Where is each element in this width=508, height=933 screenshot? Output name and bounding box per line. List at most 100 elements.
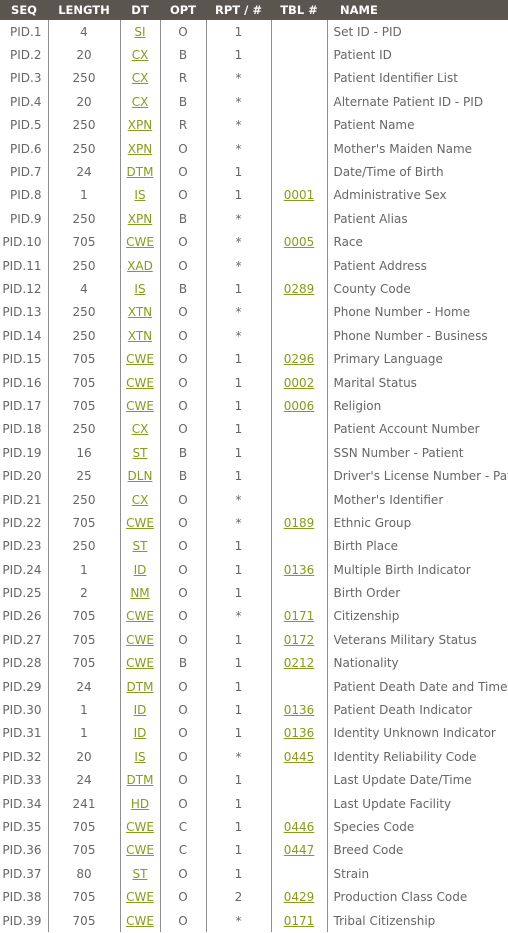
table-number-cell-link[interactable]: 0006 (284, 399, 315, 413)
datatype-cell-link[interactable]: CWE (126, 235, 154, 249)
datatype-cell-link[interactable]: IS (134, 282, 145, 296)
datatype-cell-link[interactable]: CX (132, 422, 149, 436)
datatype-cell-link[interactable]: ID (134, 563, 147, 577)
datatype-cell: IS (119, 745, 160, 769)
repeat-cell: * (205, 113, 271, 137)
datatype-cell-link[interactable]: XPN (128, 212, 152, 226)
length-cell: 250 (47, 417, 120, 442)
datatype-cell-link[interactable]: ST (133, 539, 148, 553)
table-number-cell-link[interactable]: 0445 (284, 750, 315, 764)
datatype-cell-link[interactable]: XTN (128, 329, 152, 343)
field-name-cell: Ethnic Group (326, 511, 508, 535)
field-name-cell: Primary Language (326, 347, 508, 371)
datatype-cell-link[interactable]: XTN (128, 305, 152, 319)
repeat-cell: 1 (205, 347, 271, 371)
table-number-cell-link[interactable]: 0289 (284, 282, 315, 296)
table-number-cell-link[interactable]: 0296 (284, 352, 315, 366)
field-name-cell: Birth Order (326, 581, 508, 605)
datatype-cell-link[interactable]: SI (134, 25, 145, 39)
seq-cell: PID.27 (2, 632, 42, 647)
table-number-cell (270, 674, 327, 699)
datatype-cell-link[interactable]: CX (132, 493, 149, 507)
field-name-cell: Patient Death Indicator (326, 698, 508, 722)
table-number-cell: 0447 (270, 838, 327, 863)
datatype-cell-link[interactable]: CWE (126, 820, 154, 834)
datatype-cell-link[interactable]: XPN (128, 118, 152, 132)
repeat-cell: 1 (205, 581, 271, 605)
datatype-cell-link[interactable]: CX (132, 95, 149, 109)
repeat-cell: * (205, 300, 271, 325)
datatype-cell-link[interactable]: CWE (126, 352, 154, 366)
datatype-cell-link[interactable]: ST (133, 867, 148, 881)
table-row: PID.39 705 CWE O * 0171 Tribal Citizenship (0, 908, 508, 933)
field-name-cell: Phone Number - Business (326, 324, 508, 348)
table-number-cell-link[interactable]: 0171 (284, 914, 315, 928)
table-number-cell-link[interactable]: 0001 (284, 188, 315, 202)
optionality-cell: O (159, 183, 206, 208)
datatype-cell-link[interactable]: CWE (126, 843, 154, 857)
seq-cell: PID.2 (10, 48, 42, 63)
datatype-cell-link[interactable]: NM (130, 586, 149, 600)
datatype-cell-link[interactable]: IS (134, 750, 145, 764)
table-number-cell-link[interactable]: 0212 (284, 656, 315, 670)
datatype-cell-link[interactable]: ID (134, 726, 147, 740)
length-cell: 250 (47, 253, 120, 278)
datatype-cell-link[interactable]: CWE (126, 890, 154, 904)
datatype-cell: XPN (119, 136, 160, 161)
datatype-cell-link[interactable]: DTM (127, 773, 154, 787)
table-number-cell-link[interactable]: 0136 (284, 726, 315, 740)
table-number-cell-link[interactable]: 0005 (284, 235, 315, 249)
table-number-cell-link[interactable]: 0446 (284, 820, 315, 834)
datatype-cell-link[interactable]: CWE (126, 516, 154, 530)
table-number-cell: 0289 (270, 277, 327, 301)
datatype-cell-link[interactable]: DTM (127, 680, 154, 694)
length-cell: 25 (47, 464, 120, 488)
datatype-cell-link[interactable]: IS (134, 188, 145, 202)
datatype-cell-link[interactable]: CWE (126, 656, 154, 670)
table-row: PID.19 16 ST B 1 SSN Number - Patient (0, 441, 508, 465)
datatype-cell-link[interactable]: CWE (126, 399, 154, 413)
datatype-cell-link[interactable]: CWE (126, 376, 154, 390)
datatype-cell-link[interactable]: DLN (128, 469, 153, 483)
datatype-cell-link[interactable]: HD (131, 797, 149, 811)
table-number-cell-link[interactable]: 0171 (284, 609, 315, 623)
table-row: PID.29 24 DTM O 1 Patient Death Date and Time (0, 674, 508, 699)
datatype-cell-link[interactable]: ID (134, 703, 147, 717)
seq-cell: PID.23 (2, 539, 42, 554)
table-number-cell (270, 90, 327, 114)
seq-cell: PID.15 (2, 352, 42, 367)
seq-cell: PID.32 (2, 749, 42, 764)
datatype-cell-link[interactable]: CWE (126, 633, 154, 647)
length-cell: 250 (47, 113, 120, 137)
table-number-cell-link[interactable]: 0189 (284, 516, 315, 530)
datatype-cell-link[interactable]: ST (133, 446, 148, 460)
optionality-cell: B (159, 464, 206, 488)
datatype-cell: CWE (119, 628, 160, 652)
datatype-cell-link[interactable]: CWE (126, 609, 154, 623)
datatype-cell-link[interactable]: XPN (128, 142, 152, 156)
datatype-cell: ST (119, 441, 160, 465)
seq-cell: PID.3 (10, 71, 42, 86)
datatype-cell-link[interactable]: CX (132, 71, 149, 85)
table-number-cell-link[interactable]: 0447 (284, 843, 315, 857)
pid-segment-table: SEQ LENGTH DT OPT RPT / # TBL # NAME PID… (0, 0, 508, 933)
seq-cell: PID.24 (2, 562, 42, 577)
datatype-cell-link[interactable]: CX (132, 48, 149, 62)
field-name-cell: Patient Alias (326, 207, 508, 231)
datatype-cell-link[interactable]: XAD (127, 259, 153, 273)
datatype-cell: CX (119, 90, 160, 114)
table-number-cell-link[interactable]: 0136 (284, 563, 315, 577)
table-number-cell-link[interactable]: 0136 (284, 703, 315, 717)
table-number-cell-link[interactable]: 0172 (284, 633, 315, 647)
length-cell: 705 (47, 838, 120, 863)
table-row: PID.23 250 ST O 1 Birth Place (0, 534, 508, 558)
length-cell: 20 (47, 43, 120, 67)
table-number-cell-link[interactable]: 0429 (284, 890, 315, 904)
repeat-cell: 2 (205, 885, 271, 909)
datatype-cell-link[interactable]: CWE (126, 914, 154, 928)
length-cell: 705 (47, 628, 120, 652)
seq-cell: PID.8 (10, 188, 42, 203)
table-number-cell-link[interactable]: 0002 (284, 376, 315, 390)
table-number-cell (270, 113, 327, 137)
datatype-cell-link[interactable]: DTM (127, 165, 154, 179)
